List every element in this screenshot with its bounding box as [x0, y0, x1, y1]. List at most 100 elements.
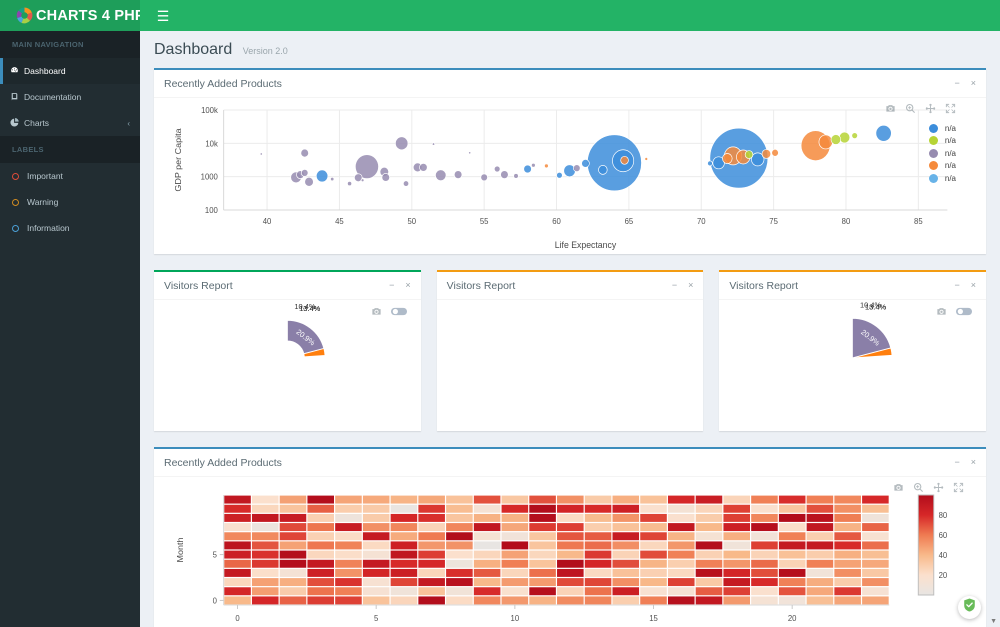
sidebar-item-charts[interactable]: Charts ‹ — [0, 110, 140, 136]
camera-icon[interactable] — [371, 306, 382, 317]
bubble-chart-body: 40455055606570758085100100010k100kLife E… — [154, 98, 986, 254]
svg-text:45: 45 — [335, 217, 344, 226]
sidebar-item-label-documentation: Documentation — [24, 92, 130, 102]
box-tools: − × — [672, 281, 694, 290]
sidebar-section-header-main: MAIN NAVIGATION — [0, 31, 140, 58]
zoom-icon[interactable] — [905, 103, 916, 114]
legend-label: n/a — [945, 174, 956, 183]
close-button[interactable]: × — [971, 458, 976, 467]
svg-text:80: 80 — [842, 217, 851, 226]
svg-text:80: 80 — [939, 511, 948, 520]
box-title: Visitors Report — [447, 280, 672, 292]
legend-item[interactable]: n/a — [929, 172, 956, 185]
svg-text:40: 40 — [939, 551, 948, 560]
svg-text:55: 55 — [480, 217, 489, 226]
heatmap-chart-svg: 0510152005DepartmentMonth20406080 — [154, 477, 986, 627]
svg-text:15: 15 — [649, 614, 658, 623]
close-button[interactable]: × — [405, 281, 410, 290]
svg-text:GDP per Capita: GDP per Capita — [173, 128, 183, 191]
svg-text:100: 100 — [205, 206, 219, 215]
minimize-button[interactable]: − — [954, 281, 959, 290]
svg-text:0: 0 — [235, 614, 240, 623]
sidebar-item-documentation[interactable]: Documentation — [0, 84, 140, 110]
svg-text:20: 20 — [939, 571, 948, 580]
sidebar-item-label-dashboard: Dashboard — [24, 66, 130, 76]
circle-outline-icon — [12, 225, 19, 232]
toggle-spikelines-icon[interactable] — [956, 306, 972, 317]
page-subtitle: Version 2.0 — [243, 46, 288, 56]
sidebar-item-information[interactable]: Information — [0, 215, 140, 241]
sidebar-item-label-warning: Warning — [27, 197, 130, 207]
svg-text:70: 70 — [697, 217, 706, 226]
sidebar-toggle-button[interactable]: ☰ — [148, 0, 178, 31]
pan-icon[interactable] — [925, 103, 936, 114]
svg-text:Life Expectancy: Life Expectancy — [555, 240, 617, 250]
svg-text:0: 0 — [213, 596, 218, 605]
box-recently-added-products-heatmap: Recently Added Products − × 0510152005De… — [154, 447, 986, 627]
empty-chart-body — [437, 300, 704, 431]
svg-text:5: 5 — [213, 550, 218, 559]
legend-color-swatch — [929, 124, 938, 133]
legend-label: n/a — [945, 136, 956, 145]
box-tools: − × — [389, 281, 411, 290]
svg-text:1000: 1000 — [201, 173, 219, 182]
box-tools: − × — [954, 281, 976, 290]
svg-text:60: 60 — [939, 531, 948, 540]
camera-icon[interactable] — [885, 103, 896, 114]
visitors-report-row: Visitors Report − × 23.9%10.4%13.4%13.4%… — [154, 270, 986, 431]
triangle-down-icon[interactable]: ▼ — [990, 618, 997, 625]
bubble-chart-svg: 40455055606570758085100100010k100kLife E… — [154, 98, 986, 254]
pan-icon[interactable] — [933, 482, 944, 493]
legend-item[interactable]: n/a — [929, 135, 956, 148]
toggle-spikelines-icon[interactable] — [391, 306, 407, 317]
legend-item[interactable]: n/a — [929, 147, 956, 160]
close-button[interactable]: × — [688, 281, 693, 290]
box-header: Visitors Report − × — [437, 272, 704, 300]
box-visitors-report-donut: Visitors Report − × 23.9%10.4%13.4%13.4%… — [154, 270, 421, 431]
minimize-button[interactable]: − — [954, 458, 959, 467]
zoom-icon[interactable] — [913, 482, 924, 493]
sidebar-item-dashboard[interactable]: Dashboard — [0, 58, 140, 84]
box-title: Visitors Report — [729, 280, 954, 292]
sidebar-item-warning[interactable]: Warning — [0, 189, 140, 215]
box-title: Visitors Report — [164, 280, 389, 292]
autoscale-icon[interactable] — [953, 482, 964, 493]
content-area: Dashboard Version 2.0 Recently Added Pro… — [140, 31, 1000, 627]
minimize-button[interactable]: − — [954, 79, 959, 88]
legend-color-swatch — [929, 174, 938, 183]
pie-chart-body: 23.9%10.4%13.4%13.4%17.9%20.9% — [719, 300, 986, 431]
bubble-chart-legend: n/a n/a n/a n/a — [929, 122, 956, 185]
box-header: Recently Added Products − × — [154, 449, 986, 477]
legend-item[interactable]: n/a — [929, 160, 956, 173]
box-title: Recently Added Products — [164, 78, 954, 90]
minimize-button[interactable]: − — [389, 281, 394, 290]
shield-check-icon — [963, 598, 976, 617]
adblock-badge[interactable] — [958, 596, 981, 619]
brand-logo[interactable]: CHARTS 4 PHP — [0, 0, 140, 31]
close-button[interactable]: × — [971, 79, 976, 88]
brand-logo-text: CHARTS 4 PHP — [36, 8, 145, 24]
svg-text:Month: Month — [175, 537, 185, 562]
sidebar-item-important[interactable]: Important — [0, 163, 140, 189]
box-header: Visitors Report − × — [154, 272, 421, 300]
camera-icon[interactable] — [893, 482, 904, 493]
app-root: CHARTS 4 PHP ☰ MAIN NAVIGATION Dashboard… — [0, 0, 1000, 627]
pie-chart-icon — [10, 118, 24, 129]
minimize-button[interactable]: − — [672, 281, 677, 290]
legend-color-swatch — [929, 149, 938, 158]
autoscale-icon[interactable] — [945, 103, 956, 114]
plotly-modebar-bubble — [885, 103, 956, 114]
circle-outline-icon — [12, 199, 19, 206]
box-recently-added-products-bubble: Recently Added Products − × 404550556065… — [154, 68, 986, 254]
svg-text:65: 65 — [625, 217, 634, 226]
plotly-modebar-heatmap — [893, 482, 964, 493]
sidebar-item-label-charts: Charts — [24, 118, 127, 128]
pie-chart-svg: 23.9%10.4%13.4%13.4%17.9%20.9% — [719, 300, 986, 431]
legend-item[interactable]: n/a — [929, 122, 956, 135]
svg-text:5: 5 — [374, 614, 379, 623]
sidebar-item-label-information: Information — [27, 223, 130, 233]
camera-icon[interactable] — [936, 306, 947, 317]
page-title: Dashboard — [154, 41, 232, 58]
close-button[interactable]: × — [971, 281, 976, 290]
svg-text:10: 10 — [511, 614, 520, 623]
